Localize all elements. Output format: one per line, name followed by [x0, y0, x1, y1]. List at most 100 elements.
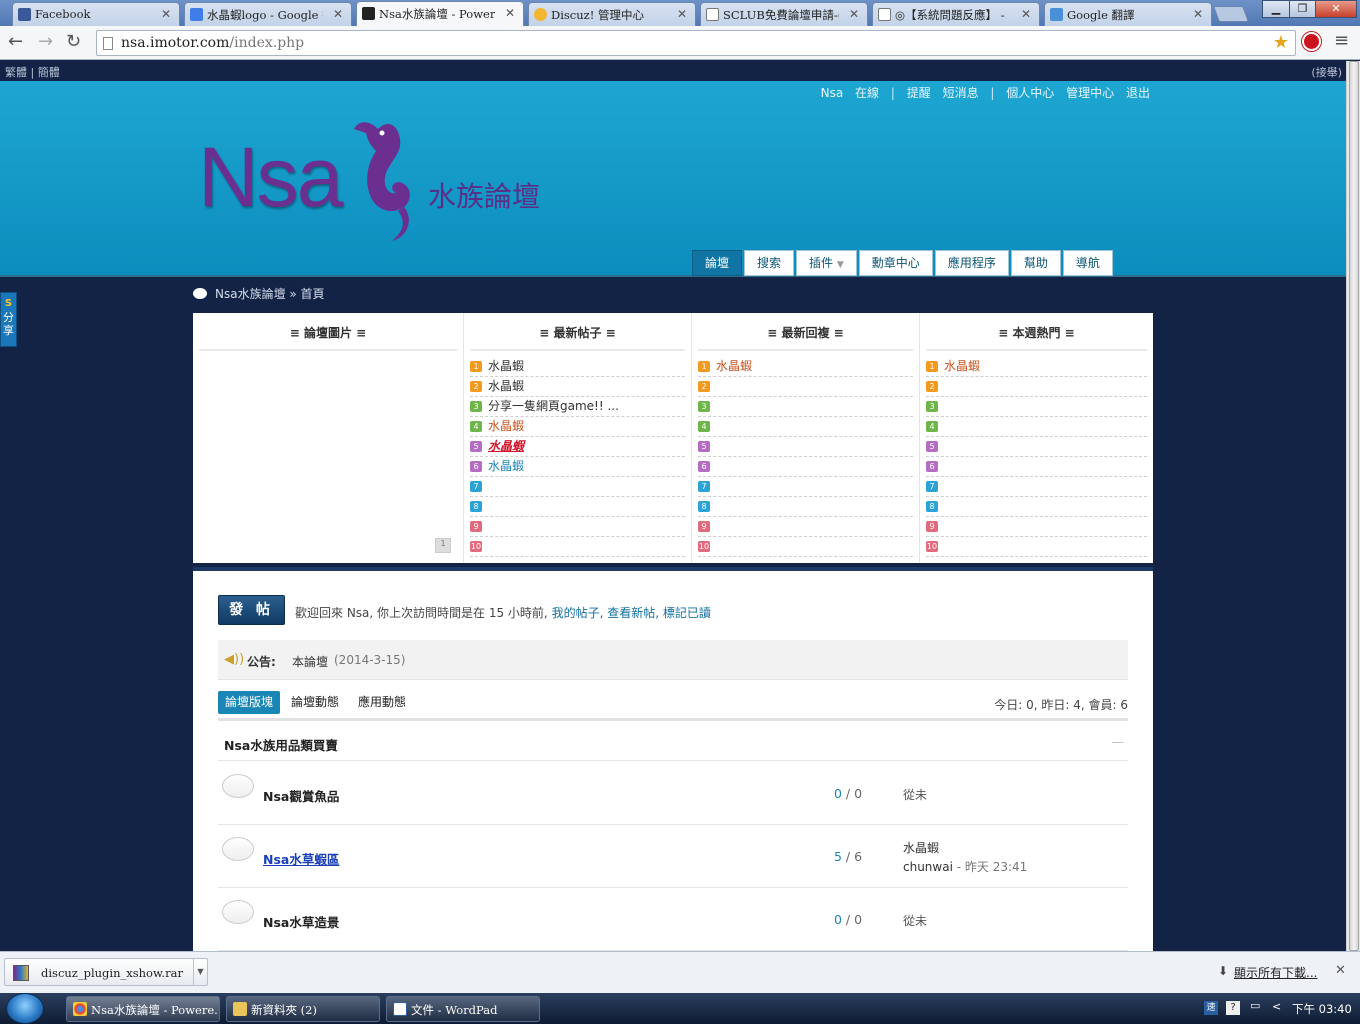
nav-medals[interactable]: 勳章中心 [858, 250, 933, 276]
tab-nsa-forum[interactable]: Nsa水族論壇 - Powered ✕ [356, 1, 524, 26]
clock[interactable]: 下午 03:40 [1292, 1001, 1352, 1017]
ranked-list-item[interactable]: 3 [926, 397, 1147, 417]
back-icon[interactable]: ← [8, 32, 23, 52]
forum-name[interactable]: Nsa觀賞魚品 [263, 786, 339, 805]
ranked-list-item[interactable]: 7 [926, 477, 1147, 497]
nav-forum[interactable]: 論壇 [692, 250, 743, 276]
ranked-list-item[interactable]: 9 [470, 517, 685, 537]
taskbar-item-wordpad[interactable]: 文件 - WordPad [386, 996, 540, 1022]
post-title-link[interactable]: 水晶蝦 [488, 439, 524, 453]
collapse-icon[interactable]: — [1112, 734, 1125, 749]
menu-icon[interactable]: ≡ [1334, 30, 1349, 51]
tab-app-activity[interactable]: 應用動態 [351, 691, 413, 714]
close-icon[interactable]: ✕ [333, 7, 343, 21]
announcement-title[interactable]: 本論壇 [292, 653, 328, 670]
ranked-list-item[interactable]: 4 [926, 417, 1147, 437]
ranked-list-item[interactable]: 2 水晶蝦 [470, 377, 685, 397]
forum-name[interactable]: Nsa水草造景 [263, 912, 339, 931]
ranked-list-item[interactable]: 6 [698, 457, 913, 477]
ranked-list-item[interactable]: 5 [698, 437, 913, 457]
forum-name[interactable]: Nsa水草蝦區 [263, 849, 339, 868]
tab-discuz-admin[interactable]: Discuz! 管理中心 ✕ [528, 2, 696, 26]
category-title[interactable]: Nsa水族用品類買賣 [224, 738, 338, 753]
bookmark-star-icon[interactable]: ★ [1273, 32, 1289, 53]
logout-link[interactable]: 退出 [1126, 86, 1150, 100]
ime-icon[interactable]: 速 [1204, 1001, 1218, 1015]
ranked-list-item[interactable]: 7 [698, 477, 913, 497]
tab-google-search[interactable]: 水晶蝦logo - Google 搜 ✕ [184, 2, 352, 26]
ranked-list-item[interactable]: 10 [926, 537, 1147, 557]
forward-icon[interactable]: → [38, 32, 53, 52]
taskbar-item-folder[interactable]: 新資料夾 (2) [226, 996, 380, 1022]
ranked-list-item[interactable]: 8 [698, 497, 913, 517]
messages-link[interactable]: 短消息 [943, 86, 979, 100]
nav-navigation[interactable]: 導航 [1062, 250, 1113, 276]
chevron-down-icon[interactable]: ▼ [193, 959, 207, 985]
tab-facebook[interactable]: Facebook ✕ [12, 2, 180, 26]
tab-forum-boards[interactable]: 論壇版塊 [218, 691, 281, 714]
my-posts-link[interactable]: 我的帖子, [552, 606, 604, 620]
report-link[interactable]: (接舉) [1311, 64, 1342, 80]
download-item[interactable]: discuz_plugin_xshow.rar ▼ [4, 958, 208, 986]
ranked-list-item[interactable]: 2 [926, 377, 1147, 397]
ranked-list-item[interactable]: 6 [926, 457, 1147, 477]
start-button[interactable] [6, 993, 44, 1024]
nav-apps[interactable]: 應用程序 [934, 250, 1009, 276]
ranked-list-item[interactable]: 9 [698, 517, 913, 537]
close-icon[interactable]: ✕ [505, 6, 515, 20]
close-icon[interactable]: ✕ [1335, 963, 1346, 978]
slide-indicator[interactable]: 1 [435, 538, 451, 553]
mark-read-link[interactable]: 標記已讀 [663, 606, 711, 620]
close-icon[interactable]: ✕ [161, 7, 171, 21]
nav-search[interactable]: 搜索 [744, 250, 795, 276]
ranked-list-item[interactable]: 1 水晶蝦 [698, 357, 913, 377]
ranked-list-item[interactable]: 7 [470, 477, 685, 497]
admin-center-link[interactable]: 管理中心 [1066, 86, 1114, 100]
tab-system-issues[interactable]: ◎【系統問題反應】 - ✕ [872, 2, 1040, 26]
username-link[interactable]: Nsa [821, 86, 844, 100]
help-icon[interactable]: ? [1226, 1001, 1240, 1015]
post-title-link[interactable]: 水晶蝦 [488, 459, 524, 473]
tray-expand-icon[interactable]: < [1272, 1000, 1281, 1013]
view-new-posts-link[interactable]: 查看新帖, [607, 606, 659, 620]
ranked-list-item[interactable]: 1 水晶蝦 [926, 357, 1147, 377]
ranked-list-item[interactable]: 4 水晶蝦 [470, 417, 685, 437]
post-title-link[interactable]: 水晶蝦 [488, 419, 524, 433]
language-switch[interactable]: 繁體 | 簡體 [5, 66, 60, 79]
address-bar[interactable]: nsa.imotor.com/index.php ★ [96, 30, 1296, 56]
post-title-link[interactable]: 水晶蝦 [488, 379, 524, 393]
close-icon[interactable]: ✕ [677, 7, 687, 21]
new-post-button[interactable]: 發 帖 [218, 595, 285, 625]
share-tab[interactable]: S 分享 [0, 292, 17, 347]
tab-google-translate[interactable]: Google 翻譯 ✕ [1044, 2, 1212, 26]
tab-forum-activity[interactable]: 論壇動態 [284, 691, 346, 714]
ranked-list-item[interactable]: 1 水晶蝦 [470, 357, 685, 377]
ranked-list-item[interactable]: 8 [470, 497, 685, 517]
breadcrumb-text[interactable]: Nsa水族論壇 » 首頁 [215, 287, 325, 301]
close-icon[interactable]: ✕ [1193, 7, 1203, 21]
site-logo[interactable]: Nsa 水族論壇 [198, 111, 558, 251]
show-all-downloads-link[interactable]: 顯示所有下載... [1234, 964, 1317, 981]
vertical-scrollbar[interactable] [1346, 61, 1360, 951]
taskbar-item-chrome[interactable]: Nsa水族論壇 - Powere... [66, 996, 220, 1022]
nav-plugins[interactable]: 插件 ▼ [796, 250, 857, 276]
post-title-link[interactable]: 水晶蝦 [944, 359, 980, 373]
ranked-list-item[interactable]: 10 [698, 537, 913, 557]
ranked-list-item[interactable]: 9 [926, 517, 1147, 537]
new-tab-button[interactable] [1213, 6, 1249, 22]
ranked-list-item[interactable]: 2 [698, 377, 913, 397]
post-title-link[interactable]: 分享一隻網頁game!! ... [488, 399, 619, 413]
post-title-link[interactable]: 水晶蝦 [716, 359, 752, 373]
post-title-link[interactable]: 水晶蝦 [488, 359, 524, 373]
tab-sclub[interactable]: SCLUB免費論壇申請-( ✕ [700, 2, 868, 26]
last-post-author[interactable]: chunwai [903, 860, 953, 874]
reload-icon[interactable]: ↻ [66, 32, 81, 52]
ranked-list-item[interactable]: 5 [926, 437, 1147, 457]
ranked-list-item[interactable]: 5 水晶蝦 [470, 437, 685, 457]
window-close-button[interactable]: ✕ [1315, 0, 1357, 18]
minimize-button[interactable]: ▁ [1262, 0, 1290, 18]
close-icon[interactable]: ✕ [849, 7, 859, 21]
ranked-list-item[interactable]: 6 水晶蝦 [470, 457, 685, 477]
scrollbar-thumb[interactable] [1349, 61, 1359, 951]
reminder-link[interactable]: 提醒 [907, 86, 931, 100]
